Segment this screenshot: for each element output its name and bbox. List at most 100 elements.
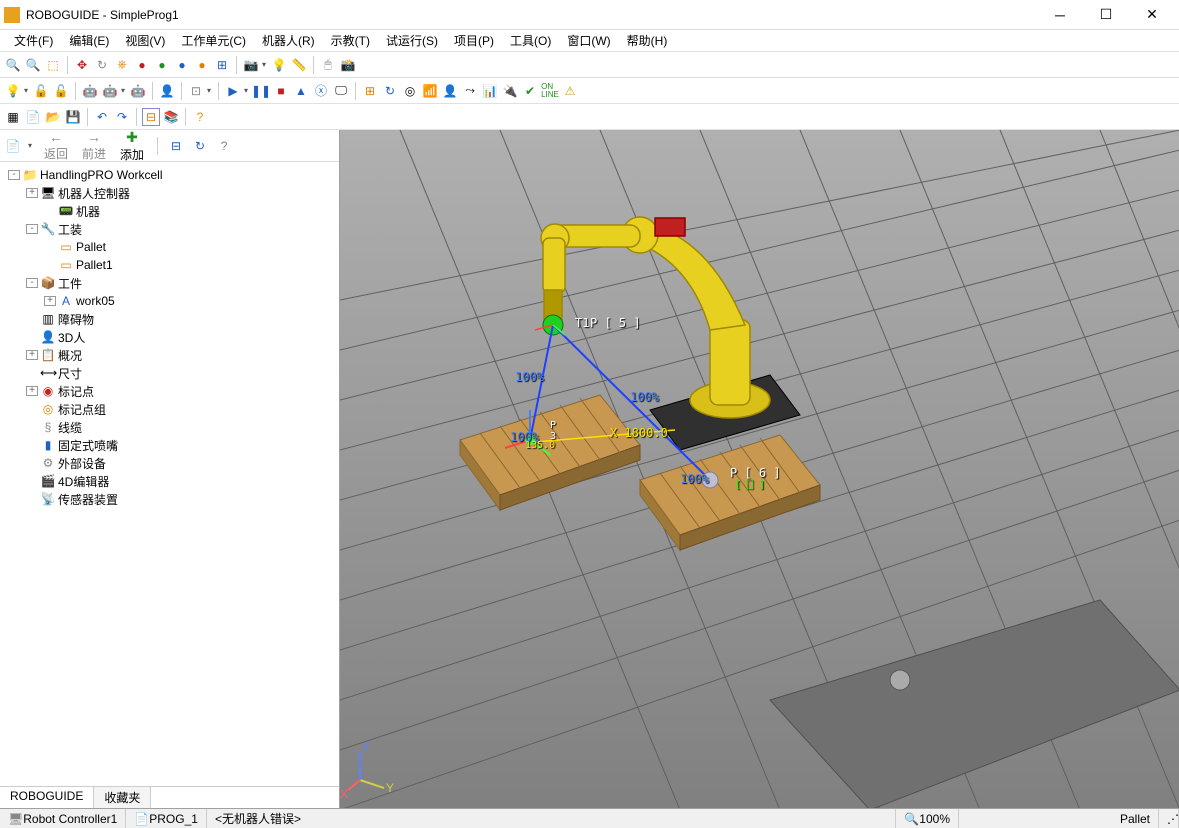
- move-icon[interactable]: ✥: [73, 56, 91, 74]
- sync-icon[interactable]: ↻: [381, 82, 399, 100]
- zoom-icon[interactable]: 🔍: [24, 56, 42, 74]
- zoom-fit-icon[interactable]: 🔍: [4, 56, 22, 74]
- tree-item[interactable]: 📡传感器装置: [4, 490, 335, 508]
- person-icon[interactable]: 👤: [158, 82, 176, 100]
- tree-item[interactable]: ▭Pallet: [4, 238, 335, 256]
- zoom-region-icon[interactable]: ⬚: [44, 56, 62, 74]
- list-icon[interactable]: ⊟: [167, 137, 185, 155]
- menu-workcell[interactable]: 工作单元(C): [173, 30, 254, 51]
- status-resize-grip[interactable]: ⋰: [1159, 809, 1179, 828]
- camera-icon[interactable]: 📷: [242, 56, 260, 74]
- tree-expander[interactable]: +: [26, 350, 38, 360]
- stop-icon[interactable]: ■: [272, 82, 290, 100]
- add-button[interactable]: ✚添加: [116, 129, 148, 163]
- tree-item[interactable]: §线缆: [4, 418, 335, 436]
- cancel-icon[interactable]: ⓧ: [312, 82, 330, 100]
- path-icon[interactable]: ⤳: [461, 82, 479, 100]
- tree-item[interactable]: -📦工件: [4, 274, 335, 292]
- play-icon[interactable]: ▶: [224, 82, 242, 100]
- check-icon[interactable]: ✔: [521, 82, 539, 100]
- warn-icon[interactable]: ⚠: [561, 82, 579, 100]
- eject-icon[interactable]: ▲: [292, 82, 310, 100]
- refresh-icon[interactable]: ↻: [191, 137, 209, 155]
- mouse-icon[interactable]: 🖱: [319, 56, 337, 74]
- tree-item[interactable]: 👤3D人: [4, 328, 335, 346]
- light-icon[interactable]: 💡: [270, 56, 288, 74]
- axis-x-icon[interactable]: ●: [133, 56, 151, 74]
- workcell-tree[interactable]: -📁 HandlingPRO Workcell +🖥机器人控制器📟机器-🔧工装▭…: [0, 162, 339, 786]
- doc-icon[interactable]: 📄: [24, 108, 42, 126]
- robot2-icon[interactable]: 🤖: [101, 82, 119, 100]
- tree-item[interactable]: +📋概况: [4, 346, 335, 364]
- forward-button[interactable]: →前进: [78, 129, 110, 162]
- tree-toggle-icon[interactable]: ⊟: [142, 108, 160, 126]
- info-icon[interactable]: ?: [215, 137, 233, 155]
- grid-icon[interactable]: ▦: [4, 108, 22, 126]
- tree-expander[interactable]: +: [44, 296, 56, 306]
- axis-multi-icon[interactable]: ⊞: [213, 56, 231, 74]
- menu-teach[interactable]: 示教(T): [323, 30, 378, 51]
- back-button[interactable]: ←返回: [40, 129, 72, 162]
- axis-y-icon[interactable]: ●: [153, 56, 171, 74]
- menu-edit[interactable]: 编辑(E): [61, 30, 117, 51]
- online-icon[interactable]: ONLINE: [541, 82, 559, 100]
- menu-help[interactable]: 帮助(H): [619, 30, 676, 51]
- status-zoom[interactable]: 🔍 100%: [896, 809, 959, 828]
- tree-expander[interactable]: +: [26, 386, 38, 396]
- new-item-icon[interactable]: 📄: [4, 137, 22, 155]
- minimize-button[interactable]: ─: [1037, 0, 1083, 30]
- save-icon[interactable]: 💾: [64, 108, 82, 126]
- status-controller[interactable]: 🖥 Robot Controller1: [0, 809, 126, 828]
- tree-item[interactable]: +Awork05: [4, 292, 335, 310]
- help-icon[interactable]: ?: [191, 108, 209, 126]
- 3d-viewport[interactable]: Y X Z T1 P [ 5 ] 100% 100% 100% 100% X 1…: [340, 130, 1179, 808]
- tree-item[interactable]: ▥障碍物: [4, 310, 335, 328]
- library-icon[interactable]: 📚: [162, 108, 180, 126]
- tree-item[interactable]: +🖥机器人控制器: [4, 184, 335, 202]
- tree-item[interactable]: -🔧工装: [4, 220, 335, 238]
- axis-all-icon[interactable]: ●: [193, 56, 211, 74]
- snap-icon[interactable]: ⎈: [113, 56, 131, 74]
- tree-item[interactable]: ▮固定式喷嘴: [4, 436, 335, 454]
- rotate-icon[interactable]: ↻: [93, 56, 111, 74]
- tree-item[interactable]: 📟机器: [4, 202, 335, 220]
- menu-file[interactable]: 文件(F): [6, 30, 61, 51]
- maximize-button[interactable]: ☐: [1083, 0, 1129, 30]
- axis-z-icon[interactable]: ●: [173, 56, 191, 74]
- user-icon[interactable]: 👤: [441, 82, 459, 100]
- menu-view[interactable]: 视图(V): [117, 30, 173, 51]
- ruler-icon[interactable]: 📏: [290, 56, 308, 74]
- pause-icon[interactable]: ❚❚: [252, 82, 270, 100]
- io-icon[interactable]: 🔌: [501, 82, 519, 100]
- close-button[interactable]: ✕: [1129, 0, 1175, 30]
- undo-icon[interactable]: ↶: [93, 108, 111, 126]
- menu-robot[interactable]: 机器人(R): [254, 30, 323, 51]
- menu-tools[interactable]: 工具(O): [502, 30, 559, 51]
- tree-item[interactable]: 🎬4D编辑器: [4, 472, 335, 490]
- tree-item[interactable]: ▭Pallet1: [4, 256, 335, 274]
- robot3-icon[interactable]: 🤖: [129, 82, 147, 100]
- lock-icon[interactable]: 🔓: [32, 82, 50, 100]
- tree-expander[interactable]: -: [26, 278, 38, 288]
- target-icon[interactable]: ◎: [401, 82, 419, 100]
- tree-expander[interactable]: +: [26, 188, 38, 198]
- open-icon[interactable]: 📂: [44, 108, 62, 126]
- redo-icon[interactable]: ↷: [113, 108, 131, 126]
- signal-icon[interactable]: 📶: [421, 82, 439, 100]
- tree-item[interactable]: +◉标记点: [4, 382, 335, 400]
- menu-window[interactable]: 窗口(W): [559, 30, 618, 51]
- robot1-icon[interactable]: 🤖: [81, 82, 99, 100]
- menu-project[interactable]: 项目(P): [446, 30, 502, 51]
- status-program[interactable]: 📄 PROG_1: [126, 809, 207, 828]
- tree-item[interactable]: ⚙外部设备: [4, 454, 335, 472]
- snapshot-icon[interactable]: 📸: [339, 56, 357, 74]
- unlock-icon[interactable]: 🔓: [52, 82, 70, 100]
- tree-item[interactable]: ⟷尺寸: [4, 364, 335, 382]
- mode-2d-icon[interactable]: ⊡: [187, 82, 205, 100]
- chart-icon[interactable]: 📊: [481, 82, 499, 100]
- tree-expander[interactable]: -: [26, 224, 38, 234]
- group-icon[interactable]: ⊞: [361, 82, 379, 100]
- tree-item[interactable]: ◎标记点组: [4, 400, 335, 418]
- tab-favorites[interactable]: 收藏夹: [94, 787, 151, 808]
- screen-icon[interactable]: 🖵: [332, 82, 350, 100]
